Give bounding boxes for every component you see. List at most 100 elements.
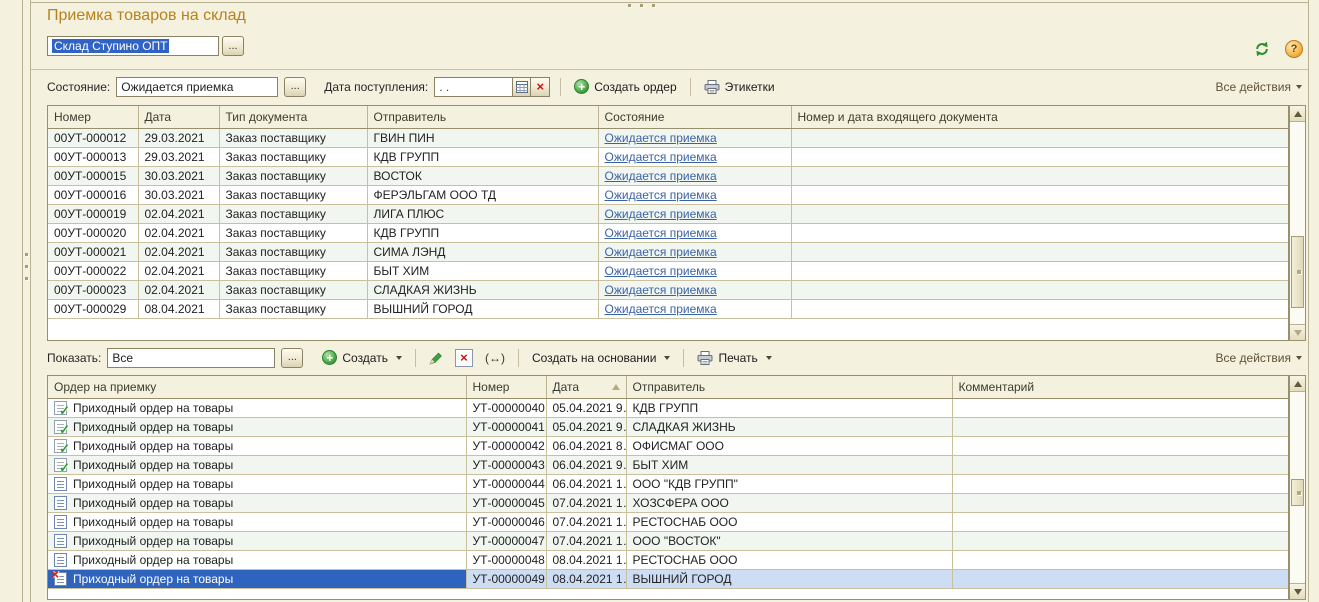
col-date[interactable]: Дата [138,106,219,128]
receipts-table-row[interactable]: Приходный ордер на товарыУТ-0000004908.0… [48,569,1288,588]
cell-sender: КДВ ГРУПП [367,147,598,166]
all-actions-button[interactable]: Все действия [1216,351,1302,365]
warehouse-picker-button[interactable]: ... [222,36,244,56]
col-number[interactable]: Номер [466,376,546,398]
receipts-table-row[interactable]: Приходный ордер на товарыУТ-0000004607.0… [48,512,1288,531]
col-order[interactable]: Ордер на приемку [48,376,466,398]
left-splitter[interactable] [22,0,23,602]
order-title: Приходный ордер на товары [73,572,233,586]
col-state[interactable]: Состояние [598,106,791,128]
cell-number: 00УТ-000015 [48,166,138,185]
create-order-button[interactable]: + Создать ордер [571,77,679,96]
doc-posted-icon [54,458,67,472]
orders-table-row[interactable]: 00УТ-00002102.04.2021Заказ поставщикуСИМ… [48,242,1288,261]
col-doc-type[interactable]: Тип документа [219,106,367,128]
orders-table-row[interactable]: 00УТ-00001329.03.2021Заказ поставщикуКДВ… [48,147,1288,166]
receipts-table-row[interactable]: Приходный ордер на товарыУТ-0000004707.0… [48,531,1288,550]
scroll-up-icon[interactable] [1290,376,1305,392]
col-sender[interactable]: Отправитель [367,106,598,128]
warehouse-input[interactable]: Склад Ступино ОПТ [47,36,219,56]
col-incoming[interactable]: Номер и дата входящего документа [791,106,1288,128]
top-splitter-grip-icon[interactable] [628,4,655,7]
receipts-table-row[interactable]: Приходный ордер на товарыУТ-0000004306.0… [48,455,1288,474]
resize-columns-button[interactable]: (↔) [482,349,508,367]
clear-date-icon[interactable]: × [531,77,550,97]
cell-sender: ООО "ВОСТОК" [626,531,952,550]
cell-state: Ожидается приемка [598,242,791,261]
print-button[interactable]: Печать [694,349,774,367]
cell-order: Приходный ордер на товары [48,398,466,417]
orders-table-row[interactable]: 00УТ-00001229.03.2021Заказ поставщикуГВИ… [48,128,1288,147]
state-link[interactable]: Ожидается приемка [605,302,717,316]
col-sender[interactable]: Отправитель [626,376,952,398]
splitter-grip-icon[interactable] [25,253,29,285]
refresh-icon[interactable] [1253,40,1271,58]
delete-button[interactable]: × [452,347,476,369]
edit-button[interactable] [426,349,446,367]
orders-table-row[interactable]: 00УТ-00002908.04.2021Заказ поставщикуВЫШ… [48,299,1288,318]
state-input[interactable]: Ожидается приемка [116,77,278,97]
doc-posted-icon [54,401,67,415]
cell-sender: ВОСТОК [367,166,598,185]
receipts-table-row[interactable]: Приходный ордер на товарыУТ-0000004206.0… [48,436,1288,455]
cell-number: УТ-00000044 [466,474,546,493]
state-link[interactable]: Ожидается приемка [605,131,717,145]
scroll-thumb[interactable] [1291,236,1304,308]
state-link[interactable]: Ожидается приемка [605,226,717,240]
cell-doc-type: Заказ поставщику [219,223,367,242]
state-link[interactable]: Ожидается приемка [605,207,717,221]
orders-table-row[interactable]: 00УТ-00002002.04.2021Заказ поставщикуКДВ… [48,223,1288,242]
cell-number: 00УТ-000021 [48,242,138,261]
cell-doc-type: Заказ поставщику [219,147,367,166]
scroll-down-icon[interactable] [1290,324,1305,340]
calendar-icon[interactable] [512,77,531,97]
cell-sender: КДВ ГРУПП [626,398,952,417]
sort-asc-icon [612,384,620,390]
create-button[interactable]: + Создать [319,348,405,367]
state-link[interactable]: Ожидается приемка [605,169,717,183]
orders-table-row[interactable]: 00УТ-00001530.03.2021Заказ поставщикуВОС… [48,166,1288,185]
create-based-on-button[interactable]: Создать на основании [529,349,674,367]
receipts-table-row[interactable]: Приходный ордер на товарыУТ-0000004808.0… [48,550,1288,569]
cell-date: 30.03.2021 [138,166,219,185]
orders-table-row[interactable]: 00УТ-00002202.04.2021Заказ поставщикуБЫТ… [48,261,1288,280]
orders-table-row[interactable]: 00УТ-00001630.03.2021Заказ поставщикуФЕР… [48,185,1288,204]
state-link[interactable]: Ожидается приемка [605,188,717,202]
receipts-table-row[interactable]: Приходный ордер на товарыУТ-0000004105.0… [48,417,1288,436]
receipts-table-row[interactable]: Приходный ордер на товарыУТ-0000004507.0… [48,493,1288,512]
page-title: Приемка товаров на склад [47,7,246,25]
orders-table-row[interactable]: 00УТ-00001902.04.2021Заказ поставщикуЛИГ… [48,204,1288,223]
all-actions-button[interactable]: Все действия [1216,80,1302,94]
cell-sender: СЛАДКАЯ ЖИЗНЬ [626,417,952,436]
date-input[interactable]: . . [434,77,512,97]
cell-sender: РЕСТОСНАБ ООО [626,512,952,531]
scroll-down-icon[interactable] [1290,583,1305,599]
help-icon[interactable]: ? [1285,40,1303,58]
cell-sender: КДВ ГРУПП [367,223,598,242]
orders-scrollbar[interactable] [1289,105,1306,341]
scroll-thumb[interactable] [1291,479,1304,506]
receipts-scrollbar[interactable] [1289,375,1306,600]
cell-state: Ожидается приемка [598,280,791,299]
col-date[interactable]: Дата [546,376,626,398]
col-number[interactable]: Номер [48,106,138,128]
right-splitter[interactable] [1308,0,1309,602]
scroll-up-icon[interactable] [1290,106,1305,122]
cell-number: УТ-00000046 [466,512,546,531]
state-link[interactable]: Ожидается приемка [605,283,717,297]
labels-button[interactable]: Этикетки [701,78,778,96]
receipts-table-row[interactable]: Приходный ордер на товарыУТ-0000004406.0… [48,474,1288,493]
doc-plain-icon [54,534,67,548]
state-link[interactable]: Ожидается приемка [605,245,717,259]
receipts-table-row[interactable]: Приходный ордер на товарыУТ-0000004005.0… [48,398,1288,417]
state-picker-button[interactable]: ... [284,77,306,97]
orders-table-row[interactable]: 00УТ-00002302.04.2021Заказ поставщикуСЛА… [48,280,1288,299]
show-picker-button[interactable]: ... [281,348,303,368]
state-link[interactable]: Ожидается приемка [605,264,717,278]
col-comment[interactable]: Комментарий [952,376,1288,398]
cell-date: 07.04.2021 1… [546,531,626,550]
state-link[interactable]: Ожидается приемка [605,150,717,164]
cell-comment [952,550,1288,569]
dropdown-caret-icon [1296,85,1302,89]
show-input[interactable]: Все [107,348,275,368]
